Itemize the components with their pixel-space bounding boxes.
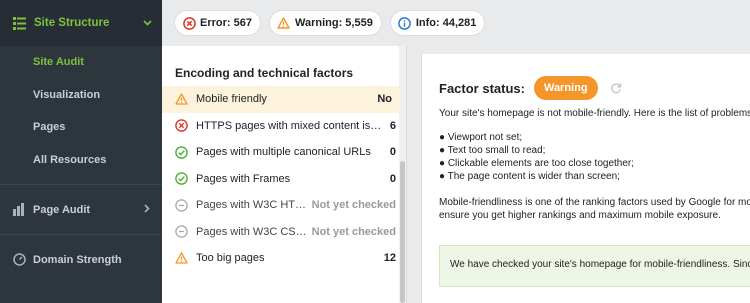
factor-label: Too big pages	[196, 252, 265, 265]
factor-details-panel: Factor status: Warning Your site's homep…	[421, 54, 750, 303]
factor-row-w3c-html[interactable]: Pages with W3C HTML errors Not yet check…	[162, 192, 406, 219]
factor-value: Not yet checked	[311, 199, 396, 212]
warning-count-badge[interactable]: Warning: 5,559	[268, 10, 382, 36]
status-badge: Warning	[533, 76, 598, 100]
factors-scrollbar[interactable]	[399, 46, 406, 303]
minus-icon	[174, 198, 188, 212]
factor-value: Not yet checked	[311, 225, 396, 238]
site-structure-icon	[12, 16, 26, 30]
factor-row-mobile-friendly[interactable]: Mobile friendly No	[162, 86, 406, 113]
chevron-right-icon	[144, 203, 150, 216]
page-audit-icon	[12, 203, 26, 217]
sidebar-item-domain-strength[interactable]: Domain Strength	[0, 234, 162, 284]
factor-label: HTTPS pages with mixed content issues	[196, 119, 386, 132]
sidebar-item-all-resources[interactable]: All Resources	[0, 144, 162, 177]
factor-label: Mobile friendly	[196, 93, 267, 106]
info-count-badge[interactable]: Info: 44,281	[389, 10, 486, 36]
sidebar-item-label: Site Structure	[34, 17, 110, 29]
factor-value: 12	[383, 252, 396, 265]
sidebar-item-label: Page Audit	[33, 203, 91, 216]
sidebar-item-label: Domain Strength	[33, 253, 122, 266]
sidebar: Site Structure Site Audit Visualization …	[0, 0, 162, 303]
minus-icon	[174, 225, 188, 239]
check-icon	[174, 145, 188, 159]
warning-icon	[174, 251, 188, 265]
factor-row-frames[interactable]: Pages with Frames 0	[162, 166, 406, 193]
scrollbar-thumb[interactable]	[400, 161, 405, 303]
list-item: ● Text too small to read;	[439, 145, 546, 156]
sidebar-item-page-audit[interactable]: Page Audit	[0, 184, 162, 234]
chevron-down-icon	[143, 18, 152, 29]
sidebar-item-site-audit[interactable]: Site Audit	[0, 46, 162, 79]
list-item: ● Clickable elements are too close toget…	[439, 158, 635, 169]
description-paragraph: Mobile-friendliness is one of the rankin…	[422, 196, 750, 222]
list-item: ● The page content is wider than screen;	[439, 171, 620, 182]
factor-label: Pages with W3C HTML errors	[196, 199, 308, 212]
error-count-badge[interactable]: Error: 567	[174, 10, 261, 36]
factor-row-multiple-canonical[interactable]: Pages with multiple canonical URLs 0	[162, 139, 406, 166]
error-count: Error: 567	[200, 17, 252, 29]
factor-value: 0	[389, 146, 396, 159]
check-icon	[174, 172, 188, 186]
warning-icon	[277, 16, 291, 30]
error-icon	[182, 16, 196, 30]
error-icon	[174, 119, 188, 133]
panel-title: Encoding and technical factors	[175, 66, 354, 80]
factors-panel: Encoding and technical factors Mobile fr…	[162, 46, 407, 303]
sidebar-item-pages[interactable]: Pages	[0, 111, 162, 144]
issues-summary-bar: Error: 567 Warning: 5,559 Info: 44,281	[162, 0, 750, 46]
description-line: ensure you get higher rankings and maxim…	[439, 210, 721, 221]
info-icon	[398, 16, 412, 30]
list-item: ● Viewport not set;	[439, 132, 523, 143]
gauge-icon	[12, 253, 26, 267]
sidebar-item-visualization[interactable]: Visualization	[0, 79, 162, 112]
factor-value: 0	[389, 172, 396, 185]
factor-value: No	[377, 93, 392, 106]
info-count: Info: 44,281	[415, 17, 477, 29]
factor-row-too-big-pages[interactable]: Too big pages 12	[162, 245, 406, 272]
factor-row-w3c-css[interactable]: Pages with W3C CSS errors Not yet checke…	[162, 219, 406, 246]
factor-value: 6	[389, 119, 396, 132]
warning-count: Warning: 5,559	[294, 17, 373, 29]
factor-status-label: Factor status:	[439, 80, 525, 96]
warning-icon	[174, 92, 188, 106]
description-line: Mobile-friendliness is one of the rankin…	[439, 197, 750, 208]
factor-label: Pages with Frames	[196, 172, 291, 185]
factor-label: Pages with W3C CSS errors	[196, 225, 308, 238]
notice-box: We have checked your site's homepage for…	[439, 245, 750, 287]
factor-label: Pages with multiple canonical URLs	[196, 146, 371, 159]
status-intro: Your site's homepage is not mobile-frien…	[439, 108, 750, 119]
sidebar-item-site-structure[interactable]: Site Structure	[0, 0, 162, 46]
problem-list: ● Viewport not set; ● Text too small to …	[422, 131, 750, 183]
factor-row-https-mixed-content[interactable]: HTTPS pages with mixed content issues 6	[162, 113, 406, 140]
factor-status-line: Factor status: Warning	[422, 54, 750, 104]
refresh-icon[interactable]	[610, 82, 622, 94]
